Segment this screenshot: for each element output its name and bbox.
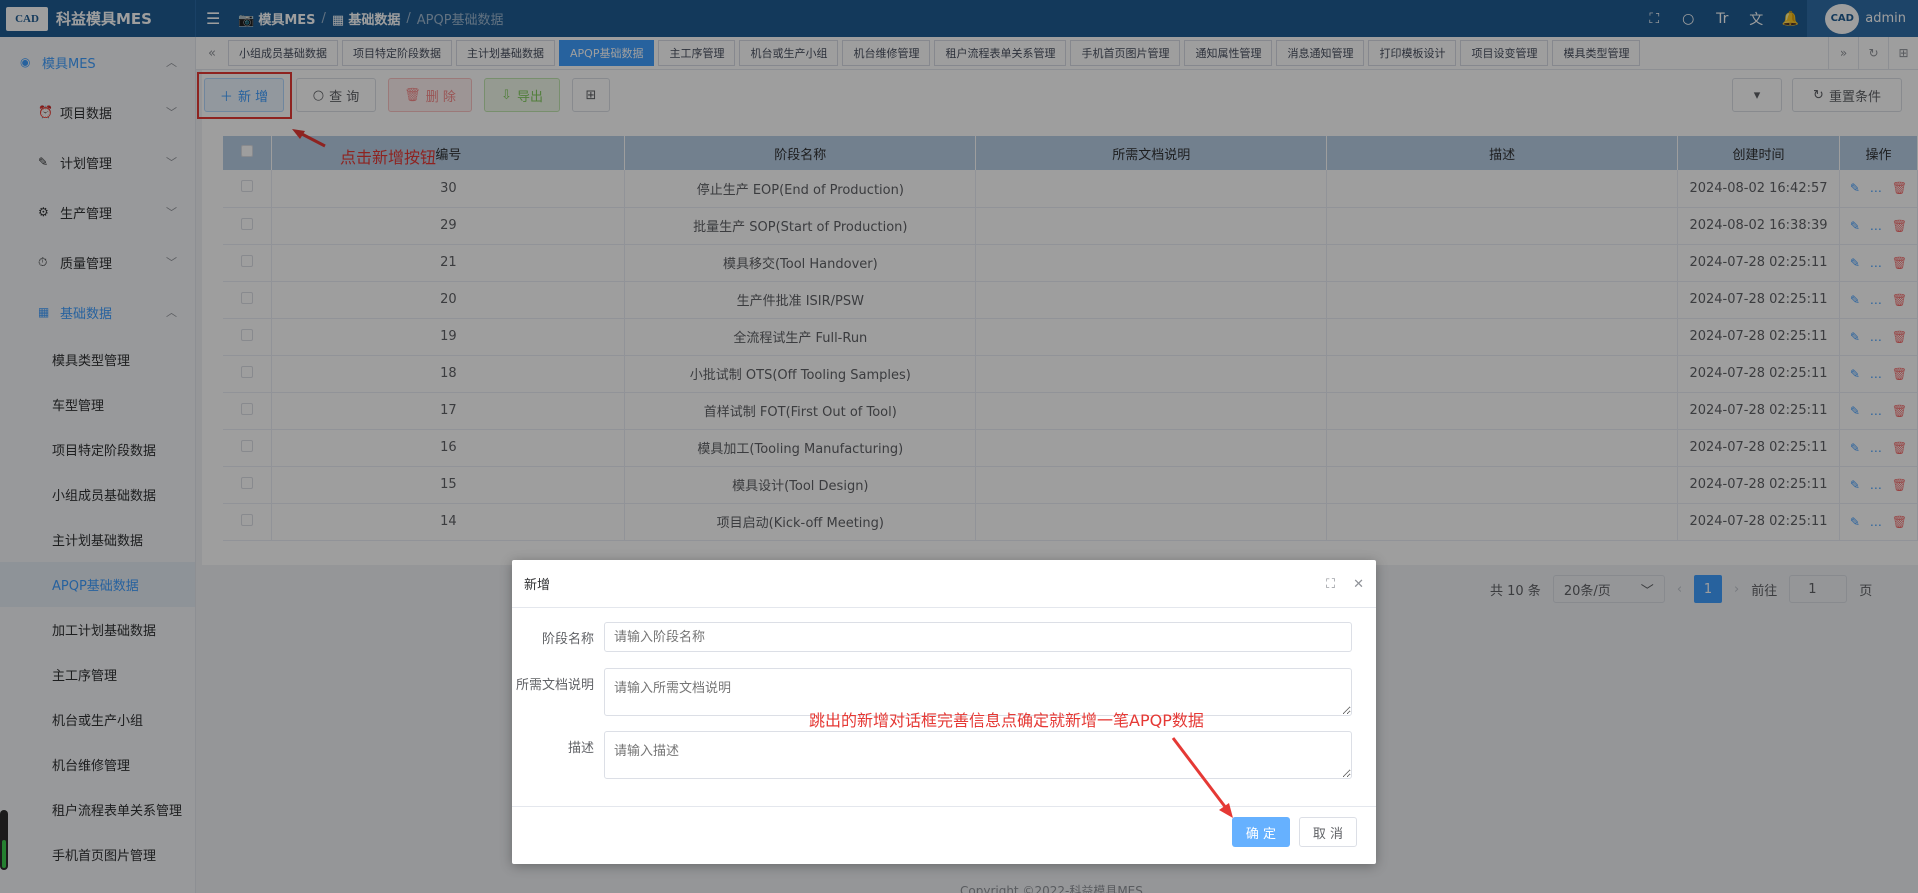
dialog-footer: 确 定 取 消 xyxy=(512,806,1376,864)
cancel-button[interactable]: 取 消 xyxy=(1299,817,1357,847)
field-label: 描述 xyxy=(567,741,594,756)
confirm-button[interactable]: 确 定 xyxy=(1232,817,1290,847)
dialog-title: 新增 xyxy=(524,578,551,593)
dialog-header: 新增 ⛶ ✕ xyxy=(512,560,1376,608)
maximize-icon[interactable]: ⛶ xyxy=(1326,577,1335,592)
field-label: 所需文档说明 xyxy=(515,678,594,693)
close-icon[interactable]: ✕ xyxy=(1353,577,1364,592)
annotation-dialog-hint: 跳出的新增对话框完善信息点确定就新增一笔APQP数据 xyxy=(809,711,1204,730)
form-row-stage-name: 阶段名称 xyxy=(512,622,1376,652)
stage-name-input[interactable] xyxy=(604,622,1352,652)
form-row-desc: 描述 xyxy=(512,731,1376,779)
description-textarea[interactable] xyxy=(604,731,1352,779)
field-label: 阶段名称 xyxy=(541,631,594,647)
